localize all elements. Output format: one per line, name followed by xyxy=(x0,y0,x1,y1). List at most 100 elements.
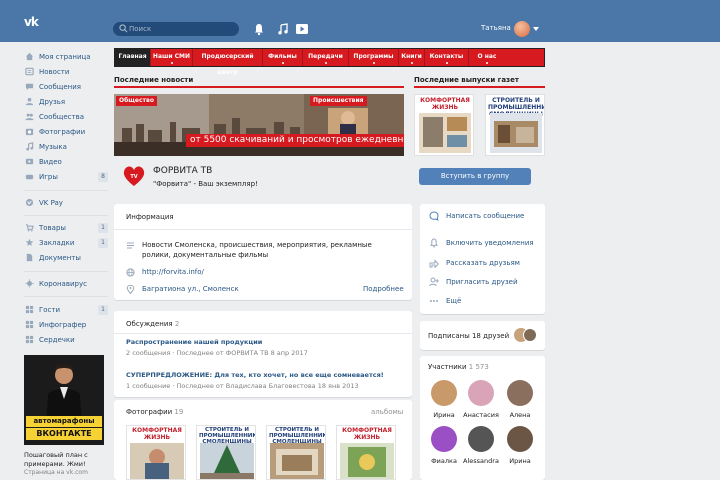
sidebar-item-music[interactable]: Музыка xyxy=(24,140,108,154)
friend-avatar[interactable] xyxy=(523,328,537,342)
menu-item-programs[interactable]: Программы xyxy=(349,49,399,66)
search-input[interactable] xyxy=(129,23,233,35)
chevron-down-icon[interactable] xyxy=(533,27,539,31)
member-avatar[interactable] xyxy=(431,380,457,406)
globe-icon xyxy=(126,268,135,277)
photos-heading[interactable]: Фотографии 19 xyxy=(126,408,183,416)
member-avatar[interactable] xyxy=(468,380,494,406)
sidebar-item-messages[interactable]: Сообщения xyxy=(24,80,108,94)
member-name[interactable]: Alessandra xyxy=(461,457,501,465)
sidebar-item-photos[interactable]: Фотографии xyxy=(24,125,108,139)
notifications-action[interactable]: Включить уведомления xyxy=(446,239,534,247)
news-tag-society[interactable]: Общество xyxy=(116,96,157,106)
sidebar-item-infographer[interactable]: Инфографер xyxy=(24,318,108,332)
sidebar-item-bookmarks[interactable]: Закладки 1 xyxy=(24,236,108,250)
tell-friends-action[interactable]: Рассказать друзьям xyxy=(446,259,520,267)
member-name[interactable]: Ирина xyxy=(500,457,540,465)
news-banner[interactable]: Общество Происшествия от 5500 скачиваний… xyxy=(114,94,404,156)
photo-thumbnail[interactable]: КОМФОРТНАЯ ЖИЗНЬ xyxy=(336,425,396,480)
member-avatar[interactable] xyxy=(507,426,533,452)
counter-badge: 1 xyxy=(98,238,108,248)
section-divider xyxy=(114,86,404,88)
sidebar-item-news[interactable]: Новости xyxy=(24,65,108,79)
dropdown-dot-icon xyxy=(170,62,173,64)
sidebar-item-goods[interactable]: Товары 1 xyxy=(24,221,108,235)
sidebar-item-groups[interactable]: Сообщества xyxy=(24,110,108,124)
home-icon xyxy=(25,52,34,61)
photo-image xyxy=(130,443,184,479)
member-name[interactable]: Алена xyxy=(500,411,540,419)
discussion-title[interactable]: Распространение нашей продукции xyxy=(126,338,262,346)
video-icon[interactable] xyxy=(295,22,309,36)
newspaper-thumbnail[interactable]: СТРОИТЕЛЬ И ПРОМЫШЛЕННИК СМОЛЕНЩИНЫ xyxy=(485,94,545,156)
promo-banner-text: от 5500 скачиваний и просмотров ежедневн… xyxy=(186,134,404,147)
member-name[interactable]: Ирина xyxy=(424,411,464,419)
join-group-button[interactable]: Вступить в группу xyxy=(419,168,531,185)
menu-item-about[interactable]: О нас xyxy=(469,49,505,66)
music-icon[interactable] xyxy=(276,22,290,36)
infographer-icon xyxy=(25,320,34,329)
sidebar-item-my-page[interactable]: Моя страница xyxy=(24,50,108,64)
sidebar-item-vk-pay[interactable]: VK Pay xyxy=(24,196,108,210)
description-icon xyxy=(127,242,134,249)
menu-item-our-media[interactable]: Наши СМИ xyxy=(151,49,193,66)
member-name[interactable]: Анастасия xyxy=(461,411,501,419)
discussions-title: Обсуждения xyxy=(126,320,173,328)
menu-item-producer-center[interactable]: Продюсерский центр xyxy=(193,49,263,76)
user-avatar[interactable] xyxy=(514,21,530,37)
dropdown-dot-icon xyxy=(410,62,413,64)
section-divider xyxy=(414,86,545,88)
bell-icon[interactable] xyxy=(252,22,266,36)
member-name[interactable]: Фиалка xyxy=(424,457,464,465)
sidebar-item-hearts[interactable]: Сердечки xyxy=(24,333,108,347)
vk-logo-icon[interactable]: vk xyxy=(24,16,41,28)
photo-caption: КОМФОРТНАЯ ЖИЗНЬ xyxy=(342,427,392,441)
photo-caption: КОМФОРТНАЯ ЖИЗНЬ xyxy=(132,427,182,441)
news-tag-incidents[interactable]: Происшествия xyxy=(310,96,367,106)
members-heading[interactable]: Участники 1 573 xyxy=(428,363,489,371)
more-icon xyxy=(430,300,438,302)
more-info-link[interactable]: Подробнее xyxy=(363,285,404,293)
share-icon xyxy=(429,259,439,268)
sidebar-divider xyxy=(24,296,108,297)
sidebar-item-label: Закладки xyxy=(39,239,75,247)
photo-image xyxy=(200,443,254,479)
albums-link[interactable]: альбомы xyxy=(371,408,403,416)
group-avatar[interactable]: TV xyxy=(121,163,147,189)
ad-source: Страница на vk.com xyxy=(24,469,88,476)
sidebar-item-video[interactable]: Видео xyxy=(24,155,108,169)
sidebar-item-friends[interactable]: Друзья xyxy=(24,95,108,109)
menu-item-main[interactable]: Главная xyxy=(115,49,151,66)
newspaper-thumbnail[interactable]: КОМФОРТНАЯ ЖИЗНЬ xyxy=(414,94,474,156)
photo-thumbnail[interactable]: СТРОИТЕЛЬ И ПРОМЫШЛЕННИК СМОЛЕНЩИНЫ xyxy=(266,425,326,480)
menu-item-contacts[interactable]: Контакты xyxy=(425,49,469,66)
sidebar-item-guests[interactable]: Гости 1 xyxy=(24,303,108,317)
more-actions[interactable]: Ещё xyxy=(446,297,461,305)
ad-caption[interactable]: Пошаговый план с примерами. Жми! xyxy=(24,451,110,469)
ad-banner[interactable]: автомарафоны ВКОНТАКТЕ xyxy=(24,355,104,445)
discussion-title[interactable]: СУПЕРПРЕДЛОЖЕНИЕ: Для тех, кто хочет, но… xyxy=(126,371,384,379)
photo-thumbnail[interactable]: КОМФОРТНАЯ ЖИЗНЬ xyxy=(126,425,186,480)
menu-item-films[interactable]: Фильмы xyxy=(263,49,303,66)
menu-item-books[interactable]: Книги xyxy=(399,49,425,66)
search-box[interactable] xyxy=(113,22,239,36)
website-link[interactable]: http://forvita.info/ xyxy=(142,267,204,277)
address-link[interactable]: Багратиона ул., Смоленск xyxy=(142,284,239,294)
user-name[interactable]: Татьяна xyxy=(481,24,511,32)
discussions-heading[interactable]: Обсуждения 2 xyxy=(126,320,179,328)
menu-item-label: Фильмы xyxy=(268,53,297,60)
invite-friends-action[interactable]: Пригласить друзей xyxy=(446,278,518,286)
write-message-action[interactable]: Написать сообщение xyxy=(446,212,524,220)
sidebar-item-coronavirus[interactable]: Коронавирус xyxy=(24,277,108,291)
sidebar-item-documents[interactable]: Документы xyxy=(24,251,108,265)
menu-item-shows[interactable]: Передачи xyxy=(303,49,349,66)
sidebar-item-games[interactable]: Игры 8 xyxy=(24,170,108,184)
member-avatar[interactable] xyxy=(507,380,533,406)
hearts-icon xyxy=(25,335,34,344)
menu-item-label: Контакты xyxy=(429,53,464,60)
member-avatar[interactable] xyxy=(468,426,494,452)
photo-thumbnail[interactable]: СТРОИТЕЛЬ И ПРОМЫШЛЕННИК СМОЛЕНЩИНЫ xyxy=(196,425,256,480)
member-avatar[interactable] xyxy=(431,426,457,452)
games-icon xyxy=(25,174,34,180)
goods-icon xyxy=(25,224,34,232)
